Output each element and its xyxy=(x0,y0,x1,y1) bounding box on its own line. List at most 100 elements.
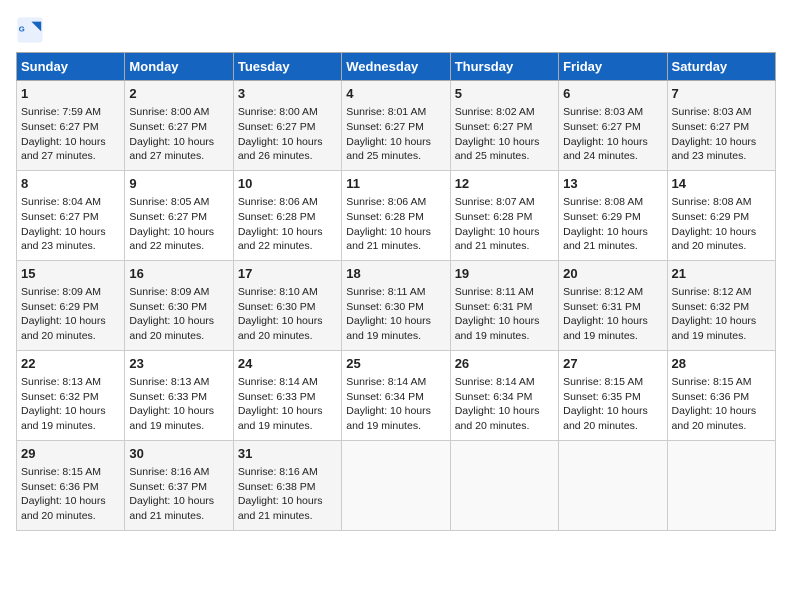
day-number: 24 xyxy=(238,355,337,373)
day-number: 31 xyxy=(238,445,337,463)
day-number: 18 xyxy=(346,265,445,283)
day-info: Sunrise: 8:12 AM Sunset: 6:32 PM Dayligh… xyxy=(672,285,771,344)
calendar-week-row: 29Sunrise: 8:15 AM Sunset: 6:36 PM Dayli… xyxy=(17,440,776,530)
calendar-cell: 1Sunrise: 7:59 AM Sunset: 6:27 PM Daylig… xyxy=(17,81,125,171)
day-number: 9 xyxy=(129,175,228,193)
day-info: Sunrise: 7:59 AM Sunset: 6:27 PM Dayligh… xyxy=(21,105,120,164)
calendar-cell: 26 Sunrise: 8:14 AM Sunset: 6:34 PM Dayli… xyxy=(450,350,558,440)
day-info: Sunrise: 8:06 AM Sunset: 6:28 PM Dayligh… xyxy=(346,195,445,254)
day-number: 5 xyxy=(455,85,554,103)
day-number: 29 xyxy=(21,445,120,463)
calendar-cell: 21 Sunrise: 8:12 AM Sunset: 6:32 PM Dayli… xyxy=(667,260,775,350)
calendar-cell: 15 Sunrise: 8:09 AM Sunset: 6:29 PM Dayli… xyxy=(17,260,125,350)
day-info: Sunrise: 8:05 AM Sunset: 6:27 PM Dayligh… xyxy=(129,195,228,254)
day-info: Sunrise: 8:11 AM Sunset: 6:31 PM Dayligh… xyxy=(455,285,554,344)
header-day-friday: Friday xyxy=(559,53,667,81)
calendar-cell: 8 Sunrise: 8:04 AM Sunset: 6:27 PM Daylig… xyxy=(17,170,125,260)
day-info: Sunrise: 8:14 AM Sunset: 6:34 PM Dayligh… xyxy=(455,375,554,434)
header-day-monday: Monday xyxy=(125,53,233,81)
day-info: Sunrise: 8:15 AM Sunset: 6:35 PM Dayligh… xyxy=(563,375,662,434)
calendar-cell: 29Sunrise: 8:15 AM Sunset: 6:36 PM Dayli… xyxy=(17,440,125,530)
calendar-cell: 31 Sunrise: 8:16 AM Sunset: 6:38 PM Dayli… xyxy=(233,440,341,530)
day-number: 13 xyxy=(563,175,662,193)
day-info: Sunrise: 8:15 AM Sunset: 6:36 PM Dayligh… xyxy=(672,375,771,434)
day-number: 26 xyxy=(455,355,554,373)
calendar-cell: 17Sunrise: 8:10 AM Sunset: 6:30 PM Dayli… xyxy=(233,260,341,350)
header-day-thursday: Thursday xyxy=(450,53,558,81)
day-info: Sunrise: 8:01 AM Sunset: 6:27 PM Dayligh… xyxy=(346,105,445,164)
calendar-cell: 5 Sunrise: 8:02 AM Sunset: 6:27 PM Daylig… xyxy=(450,81,558,171)
day-info: Sunrise: 8:08 AM Sunset: 6:29 PM Dayligh… xyxy=(672,195,771,254)
day-info: Sunrise: 8:12 AM Sunset: 6:31 PM Dayligh… xyxy=(563,285,662,344)
calendar-cell: 9 Sunrise: 8:05 AM Sunset: 6:27 PM Daylig… xyxy=(125,170,233,260)
day-number: 25 xyxy=(346,355,445,373)
header-day-wednesday: Wednesday xyxy=(342,53,450,81)
logo-icon: G xyxy=(16,16,44,44)
calendar-cell: 27 Sunrise: 8:15 AM Sunset: 6:35 PM Dayli… xyxy=(559,350,667,440)
day-number: 11 xyxy=(346,175,445,193)
calendar-week-row: 8 Sunrise: 8:04 AM Sunset: 6:27 PM Daylig… xyxy=(17,170,776,260)
day-info: Sunrise: 8:14 AM Sunset: 6:33 PM Dayligh… xyxy=(238,375,337,434)
day-info: Sunrise: 8:06 AM Sunset: 6:28 PM Dayligh… xyxy=(238,195,337,254)
header-day-saturday: Saturday xyxy=(667,53,775,81)
day-info: Sunrise: 8:03 AM Sunset: 6:27 PM Dayligh… xyxy=(672,105,771,164)
day-number: 15 xyxy=(21,265,120,283)
calendar-cell: 7 Sunrise: 8:03 AM Sunset: 6:27 PM Daylig… xyxy=(667,81,775,171)
day-number: 2 xyxy=(129,85,228,103)
day-number: 20 xyxy=(563,265,662,283)
calendar-cell xyxy=(559,440,667,530)
day-info: Sunrise: 8:03 AM Sunset: 6:27 PM Dayligh… xyxy=(563,105,662,164)
calendar-cell: 14Sunrise: 8:08 AM Sunset: 6:29 PM Dayli… xyxy=(667,170,775,260)
day-info: Sunrise: 8:13 AM Sunset: 6:33 PM Dayligh… xyxy=(129,375,228,434)
day-number: 28 xyxy=(672,355,771,373)
calendar-cell: 19 Sunrise: 8:11 AM Sunset: 6:31 PM Dayli… xyxy=(450,260,558,350)
day-number: 27 xyxy=(563,355,662,373)
calendar-cell xyxy=(667,440,775,530)
day-info: Sunrise: 8:16 AM Sunset: 6:38 PM Dayligh… xyxy=(238,465,337,524)
day-info: Sunrise: 8:00 AM Sunset: 6:27 PM Dayligh… xyxy=(129,105,228,164)
calendar-cell: 30 Sunrise: 8:16 AM Sunset: 6:37 PM Dayli… xyxy=(125,440,233,530)
day-number: 8 xyxy=(21,175,120,193)
calendar-cell xyxy=(450,440,558,530)
day-info: Sunrise: 8:16 AM Sunset: 6:37 PM Dayligh… xyxy=(129,465,228,524)
day-number: 19 xyxy=(455,265,554,283)
calendar-cell: 6 Sunrise: 8:03 AM Sunset: 6:27 PM Daylig… xyxy=(559,81,667,171)
calendar-cell: 24 Sunrise: 8:14 AM Sunset: 6:33 PM Dayli… xyxy=(233,350,341,440)
calendar-cell: 28 Sunrise: 8:15 AM Sunset: 6:36 PM Dayli… xyxy=(667,350,775,440)
calendar-cell: 23 Sunrise: 8:13 AM Sunset: 6:33 PM Dayli… xyxy=(125,350,233,440)
day-number: 23 xyxy=(129,355,228,373)
day-info: Sunrise: 8:11 AM Sunset: 6:30 PM Dayligh… xyxy=(346,285,445,344)
day-number: 6 xyxy=(563,85,662,103)
header: G xyxy=(16,16,776,44)
day-info: Sunrise: 8:10 AM Sunset: 6:30 PM Dayligh… xyxy=(238,285,337,344)
header-day-tuesday: Tuesday xyxy=(233,53,341,81)
day-info: Sunrise: 8:09 AM Sunset: 6:29 PM Dayligh… xyxy=(21,285,120,344)
day-info: Sunrise: 8:02 AM Sunset: 6:27 PM Dayligh… xyxy=(455,105,554,164)
day-number: 30 xyxy=(129,445,228,463)
day-number: 22 xyxy=(21,355,120,373)
day-number: 7 xyxy=(672,85,771,103)
day-info: Sunrise: 8:13 AM Sunset: 6:32 PM Dayligh… xyxy=(21,375,120,434)
day-number: 21 xyxy=(672,265,771,283)
svg-text:G: G xyxy=(19,24,25,33)
day-info: Sunrise: 8:09 AM Sunset: 6:30 PM Dayligh… xyxy=(129,285,228,344)
calendar-cell: 2 Sunrise: 8:00 AM Sunset: 6:27 PM Daylig… xyxy=(125,81,233,171)
calendar-cell: 20 Sunrise: 8:12 AM Sunset: 6:31 PM Dayli… xyxy=(559,260,667,350)
day-info: Sunrise: 8:08 AM Sunset: 6:29 PM Dayligh… xyxy=(563,195,662,254)
calendar-cell: 4Sunrise: 8:01 AM Sunset: 6:27 PM Daylig… xyxy=(342,81,450,171)
calendar-cell xyxy=(342,440,450,530)
calendar-cell: 18 Sunrise: 8:11 AM Sunset: 6:30 PM Dayli… xyxy=(342,260,450,350)
calendar-cell: 16 Sunrise: 8:09 AM Sunset: 6:30 PM Dayli… xyxy=(125,260,233,350)
calendar-header-row: SundayMondayTuesdayWednesdayThursdayFrid… xyxy=(17,53,776,81)
day-number: 3 xyxy=(238,85,337,103)
day-info: Sunrise: 8:07 AM Sunset: 6:28 PM Dayligh… xyxy=(455,195,554,254)
day-number: 16 xyxy=(129,265,228,283)
day-number: 10 xyxy=(238,175,337,193)
day-info: Sunrise: 8:04 AM Sunset: 6:27 PM Dayligh… xyxy=(21,195,120,254)
calendar-cell: 25Sunrise: 8:14 AM Sunset: 6:34 PM Dayli… xyxy=(342,350,450,440)
header-day-sunday: Sunday xyxy=(17,53,125,81)
logo: G xyxy=(16,16,46,44)
calendar-cell: 22 Sunrise: 8:13 AM Sunset: 6:32 PM Dayli… xyxy=(17,350,125,440)
calendar-week-row: 22 Sunrise: 8:13 AM Sunset: 6:32 PM Dayli… xyxy=(17,350,776,440)
calendar-table: SundayMondayTuesdayWednesdayThursdayFrid… xyxy=(16,52,776,531)
